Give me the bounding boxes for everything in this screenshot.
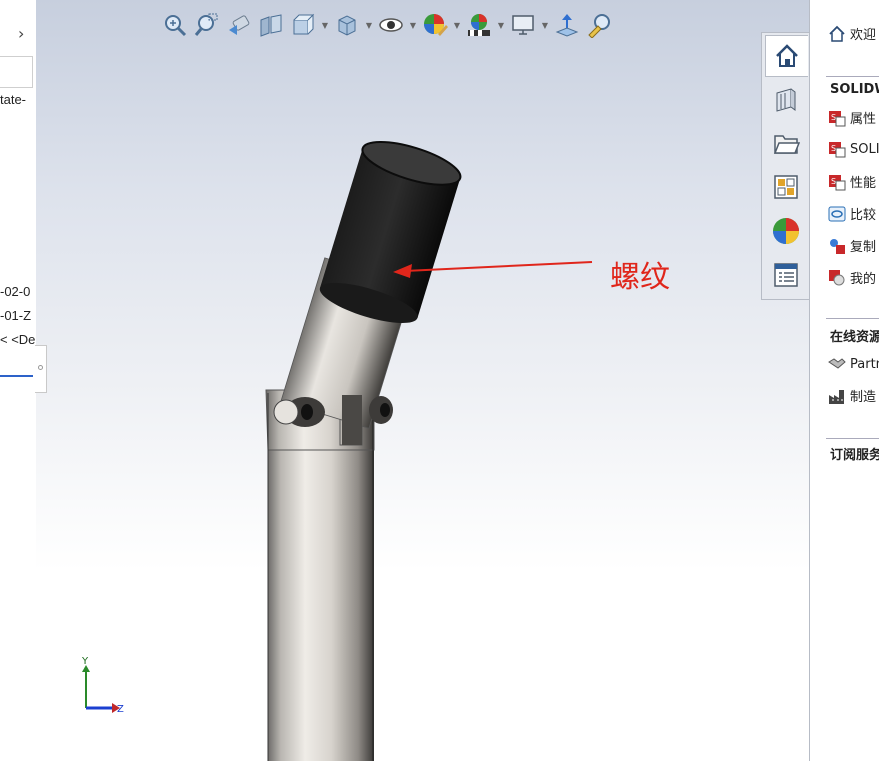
resource-link-label: 性能	[850, 176, 877, 191]
panel-splitter-handle[interactable]	[35, 345, 47, 393]
resource-link-properties[interactable]: S 属性	[828, 108, 876, 127]
online-link-partner[interactable]: Partn	[828, 355, 879, 373]
task-pane: 欢迎 SOLIDW S 属性 S SOLI S 性能 比较 复制 我的 在线资源…	[809, 0, 879, 761]
edit-appearance-dropdown-icon[interactable]: ▼	[452, 10, 462, 40]
custom-properties-tab-icon[interactable]	[766, 255, 806, 295]
file-explorer-tab-icon[interactable]	[766, 123, 806, 163]
resource-link-label: 我的	[850, 272, 877, 287]
handshake-icon	[828, 358, 846, 369]
zoom-to-area-icon[interactable]	[192, 10, 222, 40]
measure-icon[interactable]	[584, 10, 614, 40]
apply-scene-dropdown-icon[interactable]: ▼	[496, 10, 506, 40]
view-orientation-dropdown-icon[interactable]: ▼	[320, 10, 330, 40]
resource-link-solidworks[interactable]: S SOLI	[828, 140, 879, 158]
copy-settings-icon	[830, 238, 845, 254]
expand-panel-chevron-icon[interactable]: ›	[18, 24, 24, 43]
feature-tree-panel: › tate- -02-0 -01-Z < <De	[0, 0, 37, 761]
home-icon	[829, 25, 845, 42]
view-settings-dropdown-icon[interactable]: ▼	[540, 10, 550, 40]
view-settings-icon[interactable]	[508, 10, 538, 40]
thread-annotation-label: 螺纹	[610, 260, 670, 295]
view-orientation-icon[interactable]	[288, 10, 318, 40]
rotate-view-icon[interactable]	[552, 10, 582, 40]
resource-link-copy[interactable]: 复制	[828, 236, 876, 255]
view-palette-tab-icon[interactable]	[766, 167, 806, 207]
resource-link-my-products[interactable]: 我的	[828, 268, 876, 287]
hide-show-dropdown-icon[interactable]: ▼	[408, 10, 418, 40]
online-link-label: 制造	[850, 390, 877, 405]
svg-text:S: S	[831, 144, 836, 153]
resource-link-compare[interactable]: 比较	[828, 204, 876, 223]
factory-icon	[829, 389, 844, 404]
heads-up-view-toolbar: ▼ ▼ ▼ ▼ ▼ ▼	[160, 8, 614, 42]
welcome-label: 欢迎	[850, 28, 877, 43]
tree-item[interactable]: -02-0	[0, 284, 30, 299]
threaded-sleeve	[319, 140, 462, 324]
subscription-services-heading: 订阅服务	[830, 448, 879, 463]
display-style-icon[interactable]	[332, 10, 362, 40]
triad-z-label: Z	[117, 704, 124, 715]
resource-link-label: 比较	[850, 208, 877, 223]
tree-item[interactable]: < <De	[0, 332, 35, 347]
tree-item[interactable]: -01-Z	[0, 308, 31, 323]
compare-icon	[828, 206, 846, 221]
online-link-manufacturing[interactable]: 制造	[828, 386, 876, 405]
resource-link-label: 属性	[850, 112, 877, 127]
sw-tool-icon: S	[829, 174, 846, 190]
solidworks-resources-heading: SOLIDW	[830, 82, 879, 97]
design-library-tab-icon[interactable]	[766, 79, 806, 119]
triad-y-label: Y	[81, 656, 89, 667]
edit-appearance-icon[interactable]	[420, 10, 450, 40]
tree-item[interactable]: tate-	[0, 92, 26, 107]
home-tab-icon[interactable]	[765, 35, 808, 77]
hide-show-items-icon[interactable]	[376, 10, 406, 40]
welcome-link[interactable]: 欢迎	[828, 24, 876, 43]
zoom-to-fit-icon[interactable]	[160, 10, 190, 40]
sw-tool-icon: S	[829, 142, 846, 158]
svg-text:S: S	[831, 177, 836, 186]
online-resources-heading: 在线资源	[830, 330, 879, 345]
resource-link-performance[interactable]: S 性能	[828, 172, 876, 191]
previous-view-icon[interactable]	[224, 10, 254, 40]
sw-tool-icon: S	[829, 110, 846, 126]
task-pane-tabs	[761, 32, 809, 300]
coordinate-triad: Y Z	[81, 656, 124, 715]
rollback-bar[interactable]	[0, 375, 33, 377]
section-view-icon[interactable]	[256, 10, 286, 40]
pivot-pin-left	[273, 397, 325, 427]
apply-scene-icon[interactable]	[464, 10, 494, 40]
model-render	[265, 140, 593, 761]
svg-text:S: S	[831, 113, 836, 122]
pivot-pin-right	[369, 396, 393, 424]
my-products-icon	[829, 269, 845, 285]
tree-filter-input[interactable]	[0, 56, 33, 88]
appearances-tab-icon[interactable]	[766, 211, 806, 251]
display-style-dropdown-icon[interactable]: ▼	[364, 10, 374, 40]
online-link-label: Partn	[850, 356, 879, 372]
resource-link-label: SOLI	[850, 141, 879, 157]
graphics-area[interactable]: ▼ ▼ ▼ ▼ ▼ ▼ 螺纹 Y Z	[36, 0, 809, 761]
resource-link-label: 复制	[850, 240, 877, 255]
